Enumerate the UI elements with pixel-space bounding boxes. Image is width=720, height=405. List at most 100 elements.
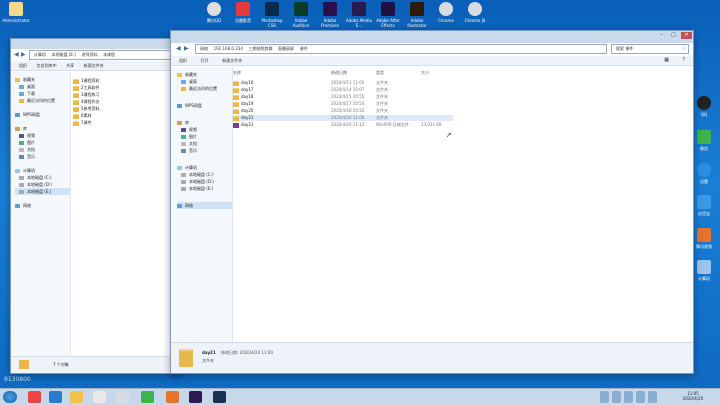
taskbar-app-icon[interactable] xyxy=(28,391,41,403)
nav-music[interactable]: 音乐 xyxy=(177,147,232,154)
view-options-icon[interactable]: ▦ xyxy=(664,56,669,65)
volume-icon[interactable] xyxy=(648,391,657,403)
table-row[interactable]: day19 2020/4/17 10:54 文件夹 xyxy=(233,101,453,107)
breadcrumb-item[interactable]: 直播录屏 xyxy=(278,45,294,53)
nav-drive-c[interactable]: 本地磁盘 (C:) xyxy=(177,171,232,178)
list-item[interactable]: 2工具软件 xyxy=(73,84,173,91)
breadcrumb-item[interactable]: 本地磁盘 (E:) xyxy=(52,51,76,59)
nav-drive-e[interactable]: 本地磁盘 (E:) xyxy=(15,188,70,195)
nav-recent[interactable]: 最近访问的位置 xyxy=(15,97,70,104)
list-item[interactable]: 6素材 xyxy=(73,112,173,119)
network-tray-icon[interactable] xyxy=(636,391,645,403)
column-header-name[interactable]: 名称 xyxy=(233,70,241,76)
breadcrumb-item[interactable]: 本课程 xyxy=(103,51,115,59)
column-header-size[interactable]: 大小 xyxy=(421,70,429,76)
nav-wps[interactable]: WPS网盘 xyxy=(15,111,70,118)
table-row[interactable]: day18 2020/4/15 10:55 文件夹 xyxy=(233,94,453,100)
address-bar[interactable]: 网络 192.168.0.234 三期视频剪辑 直播录屏 课件 xyxy=(195,44,607,54)
nav-drive-d[interactable]: 本地磁盘 (D:) xyxy=(177,178,232,185)
clock[interactable]: 11:05 2020/4/20 xyxy=(675,391,711,401)
breadcrumb-item[interactable]: 计算机 xyxy=(34,51,46,59)
minimize-icon[interactable]: – xyxy=(656,32,667,39)
search-input[interactable]: 搜索 课件 ⌕ xyxy=(611,44,689,54)
nav-videos[interactable]: 视频 xyxy=(177,126,232,133)
breadcrumb-item[interactable]: 网络 xyxy=(200,45,208,53)
nav-drive-c[interactable]: 本地磁盘 (C:) xyxy=(15,174,70,181)
taskbar-app-icon[interactable] xyxy=(93,391,106,403)
taskbar-app-icon[interactable] xyxy=(49,391,62,403)
column-header-type[interactable]: 类型 xyxy=(376,70,384,76)
nav-computer[interactable]: 计算机 xyxy=(177,164,232,171)
desktop-icon-media-encoder[interactable]: Adobe Media E... xyxy=(345,2,373,28)
toolbar-organize[interactable]: 组织 xyxy=(19,61,27,70)
toolbar-share[interactable]: 共享 xyxy=(66,61,74,70)
list-item[interactable]: 5参考资料 xyxy=(73,105,173,112)
desktop-icon-chrome-js[interactable]: Chrome JS xyxy=(461,2,489,23)
desktop-icon-right-yyb[interactable]: 应用宝 xyxy=(690,195,718,216)
list-item[interactable]: 7课件 xyxy=(73,119,173,126)
back-arrow-icon[interactable]: ◀ xyxy=(14,51,19,58)
table-row[interactable]: day16 2020/4/13 11:02 文件夹 xyxy=(233,80,453,86)
list-item[interactable]: 1课程资料 xyxy=(73,77,173,84)
toolbar-organize[interactable]: 组织 xyxy=(179,56,187,65)
toolbar-new-folder[interactable]: 新建文件夹 xyxy=(222,56,242,65)
nav-computer[interactable]: 计算机 xyxy=(15,167,70,174)
close-icon[interactable]: ✕ xyxy=(681,32,692,39)
back-arrow-icon[interactable]: ◀ xyxy=(176,45,181,52)
taskbar-chrome-icon[interactable] xyxy=(116,391,129,403)
tray-icon[interactable] xyxy=(624,391,633,403)
desktop-icon-illustrator[interactable]: Adobe Illustrator xyxy=(403,2,431,28)
forward-arrow-icon[interactable]: ▶ xyxy=(184,45,189,52)
list-item[interactable]: 3课程练习 xyxy=(73,91,173,98)
breadcrumb-item[interactable]: 课件 xyxy=(300,45,308,53)
nav-wps[interactable]: WPS网盘 xyxy=(177,102,232,109)
nav-recent[interactable]: 最近访问的位置 xyxy=(177,85,232,92)
nav-pictures[interactable]: 图片 xyxy=(15,139,70,146)
desktop-icon-qq[interactable]: 腾讯QQ xyxy=(200,2,228,23)
tray-icon[interactable] xyxy=(600,391,609,403)
nav-downloads[interactable]: 下载 xyxy=(15,90,70,97)
address-bar[interactable]: 计算机 本地磁盘 (E:) 讲师资料 本课程 xyxy=(29,50,179,60)
nav-drive-e[interactable]: 本地磁盘 (E:) xyxy=(177,185,232,192)
desktop-icon-photoshop[interactable]: Photoshop CS6 xyxy=(258,2,286,28)
table-row[interactable]: day20 2020/4/18 10:33 文件夹 xyxy=(233,108,453,114)
nav-pictures[interactable]: 图片 xyxy=(177,133,232,140)
forward-arrow-icon[interactable]: ▶ xyxy=(21,51,26,58)
table-row-selected[interactable]: day21 2020/4/20 11:00 文件夹 xyxy=(233,115,453,121)
help-icon[interactable]: ? xyxy=(682,56,685,65)
desktop-icon-after-effects[interactable]: Adobe After Effects xyxy=(374,2,402,28)
table-row[interactable]: day17 2020/4/14 10:07 文件夹 xyxy=(233,87,453,93)
nav-desktop[interactable]: 桌面 xyxy=(15,83,70,90)
desktop-icon-right-wechat[interactable]: 微信 xyxy=(690,130,718,151)
tray-icon[interactable] xyxy=(612,391,621,403)
nav-network[interactable]: 网络 xyxy=(15,202,70,209)
nav-libraries[interactable]: 库 xyxy=(15,125,70,132)
nav-videos[interactable]: 视频 xyxy=(15,132,70,139)
desktop-icon-chrome[interactable]: Chrome xyxy=(432,2,460,23)
toolbar-open[interactable]: 打开 xyxy=(201,56,209,65)
desktop-icon-xunlei[interactable]: 迅雷影音 xyxy=(229,2,257,23)
nav-favorites[interactable]: 收藏夹 xyxy=(177,71,232,78)
taskbar-app-icon[interactable] xyxy=(213,391,226,403)
nav-favorites[interactable]: 收藏夹 xyxy=(15,76,70,83)
nav-documents[interactable]: 文档 xyxy=(177,140,232,147)
desktop-icon-right-computer[interactable]: 计算机 xyxy=(690,260,718,281)
toolbar-include-library[interactable]: 包含到库中 xyxy=(37,61,57,70)
nav-desktop[interactable]: 桌面 xyxy=(177,78,232,85)
toolbar-new-folder[interactable]: 新建文件夹 xyxy=(84,61,104,70)
desktop-icon-admin[interactable]: Administrator xyxy=(2,2,30,23)
nav-documents[interactable]: 文档 xyxy=(15,146,70,153)
taskbar-explorer-icon[interactable] xyxy=(70,391,83,403)
desktop-icon-right-video[interactable]: 腾讯视频 xyxy=(690,228,718,249)
nav-libraries[interactable]: 库 xyxy=(177,119,232,126)
breadcrumb-item[interactable]: 三期视频剪辑 xyxy=(248,45,272,53)
column-header-date[interactable]: 修改日期 xyxy=(331,70,347,76)
nav-music[interactable]: 音乐 xyxy=(15,153,70,160)
nav-drive-d[interactable]: 本地磁盘 (D:) xyxy=(15,181,70,188)
maximize-icon[interactable]: □ xyxy=(668,32,679,39)
taskbar-premiere-icon[interactable] xyxy=(189,391,202,403)
taskbar-app-icon[interactable] xyxy=(166,391,179,403)
desktop-icon-premiere[interactable]: Adobe Premiere xyxy=(316,2,344,28)
start-button[interactable] xyxy=(3,391,17,403)
nav-network[interactable]: 网络 xyxy=(177,202,232,209)
